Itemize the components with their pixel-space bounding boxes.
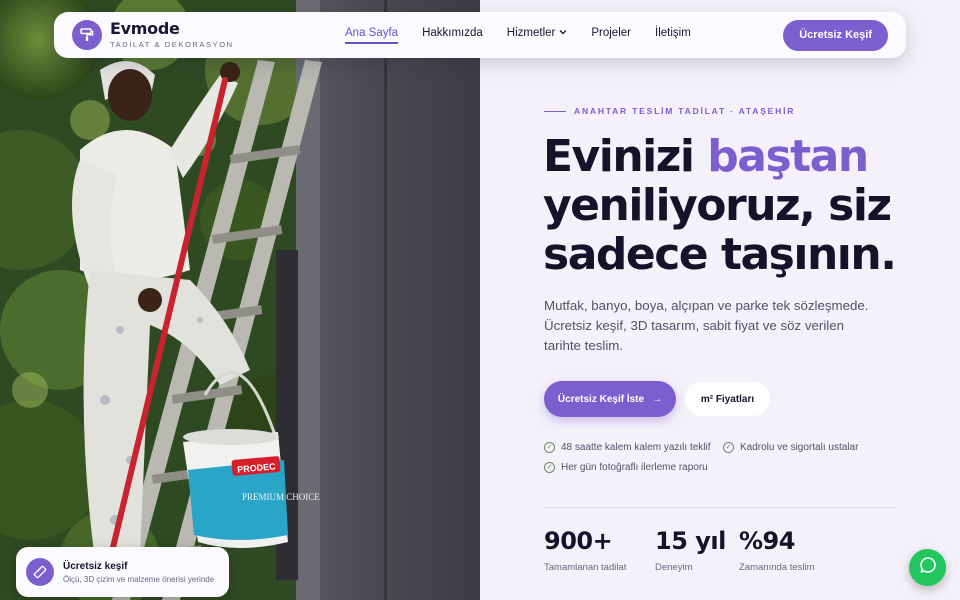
- check-circle-icon: ✓: [723, 442, 734, 453]
- stat-value: 15 yıl: [655, 527, 726, 555]
- feature-text: Kadrolu ve sigortalı ustalar: [740, 442, 859, 453]
- nav-link-services[interactable]: Hizmetler: [507, 27, 568, 44]
- headline-line-3: sadece taşının.: [543, 229, 897, 280]
- hero-photo: PRODEC PREMIUM CHOICE: [0, 0, 480, 600]
- check-circle-icon: ✓: [544, 462, 555, 473]
- float-card-subtitle: Ölçü, 3D çizim ve malzeme önerisi yerind…: [63, 574, 215, 584]
- stats-divider: [544, 507, 896, 508]
- stat-experience: 15 yıl Deneyim: [655, 528, 726, 573]
- float-card-title: Ücretsiz keşif: [63, 560, 128, 572]
- arrow-right-icon: →: [652, 393, 663, 405]
- brand-name: Evmode: [110, 19, 180, 39]
- free-survey-card[interactable]: Ücretsiz keşif Ölçü, 3D çizim ve malzeme…: [16, 547, 229, 597]
- headline-accent: baştan: [707, 131, 869, 182]
- navbar: Evmode TADİLAT & DEKORASYON Ana Sayfa Ha…: [54, 12, 906, 58]
- stat-renovations: 900+ Tamamlanan tadilat: [544, 528, 626, 573]
- m2-prices-button[interactable]: m² Fiyatları: [685, 382, 770, 416]
- brand[interactable]: Evmode TADİLAT & DEKORASYON: [72, 20, 234, 50]
- nav-links: Ana Sayfa Hakkımızda Hizmetler Projeler …: [345, 27, 691, 44]
- paint-roller-icon: [72, 20, 102, 50]
- stat-value: %94: [739, 527, 795, 555]
- hero-eyebrow: ANAHTAR TESLİM TADİLAT · ATAŞEHİR: [544, 106, 795, 116]
- nav-link-about[interactable]: Hakkımızda: [422, 27, 483, 44]
- request-survey-label: Ücretsiz Keşif İste: [557, 393, 645, 405]
- ruler-icon: [26, 558, 54, 586]
- stat-on-time: %94 Zamanında teslim: [739, 528, 815, 573]
- headline-line-2: yeniliyoruz, siz: [543, 180, 892, 231]
- hero-lead: Mutfak, banyo, boya, alçıpan ve parke te…: [544, 298, 869, 353]
- nav-link-contact[interactable]: İletişim: [655, 27, 691, 44]
- brand-tagline: TADİLAT & DEKORASYON: [110, 40, 234, 50]
- check-circle-icon: ✓: [544, 442, 555, 453]
- nav-cta-button[interactable]: Ücretsiz Keşif: [783, 19, 888, 51]
- whatsapp-icon: [919, 556, 937, 579]
- whatsapp-chat-button[interactable]: [909, 549, 946, 586]
- headline-part-1: Evinizi: [543, 131, 708, 182]
- feature-item: ✓ Kadrolu ve sigortalı ustalar: [723, 442, 858, 453]
- feature-text: Her gün fotoğraflı ilerleme raporu: [561, 462, 708, 473]
- stat-label: Zamanında teslim: [739, 562, 815, 573]
- eyebrow-line: [544, 110, 566, 112]
- feature-text: 48 saatte kalem kalem yazılı teklif: [561, 442, 711, 453]
- nav-link-services-label: Hizmetler: [506, 26, 556, 39]
- eyebrow-text: ANAHTAR TESLİM TADİLAT · ATAŞEHİR: [574, 106, 796, 116]
- feature-item: ✓ 48 saatte kalem kalem yazılı teklif: [544, 442, 711, 453]
- chevron-down-icon: [559, 28, 567, 37]
- hero-headline: Evinizi baştan yeniliyoruz, siz sadece t…: [543, 132, 933, 279]
- painter-on-ladder-illustration: PRODEC PREMIUM CHOICE: [0, 0, 480, 600]
- stat-value: 900+: [544, 527, 613, 555]
- request-survey-button[interactable]: Ücretsiz Keşif İste →: [544, 381, 676, 417]
- stat-label: Deneyim: [655, 562, 693, 573]
- bucket-label-text: PREMIUM CHOICE: [242, 492, 320, 502]
- nav-link-home[interactable]: Ana Sayfa: [345, 27, 399, 44]
- feature-item: ✓ Her gün fotoğraflı ilerleme raporu: [544, 462, 708, 473]
- stat-label: Tamamlanan tadilat: [544, 562, 627, 573]
- nav-link-projects[interactable]: Projeler: [591, 27, 631, 44]
